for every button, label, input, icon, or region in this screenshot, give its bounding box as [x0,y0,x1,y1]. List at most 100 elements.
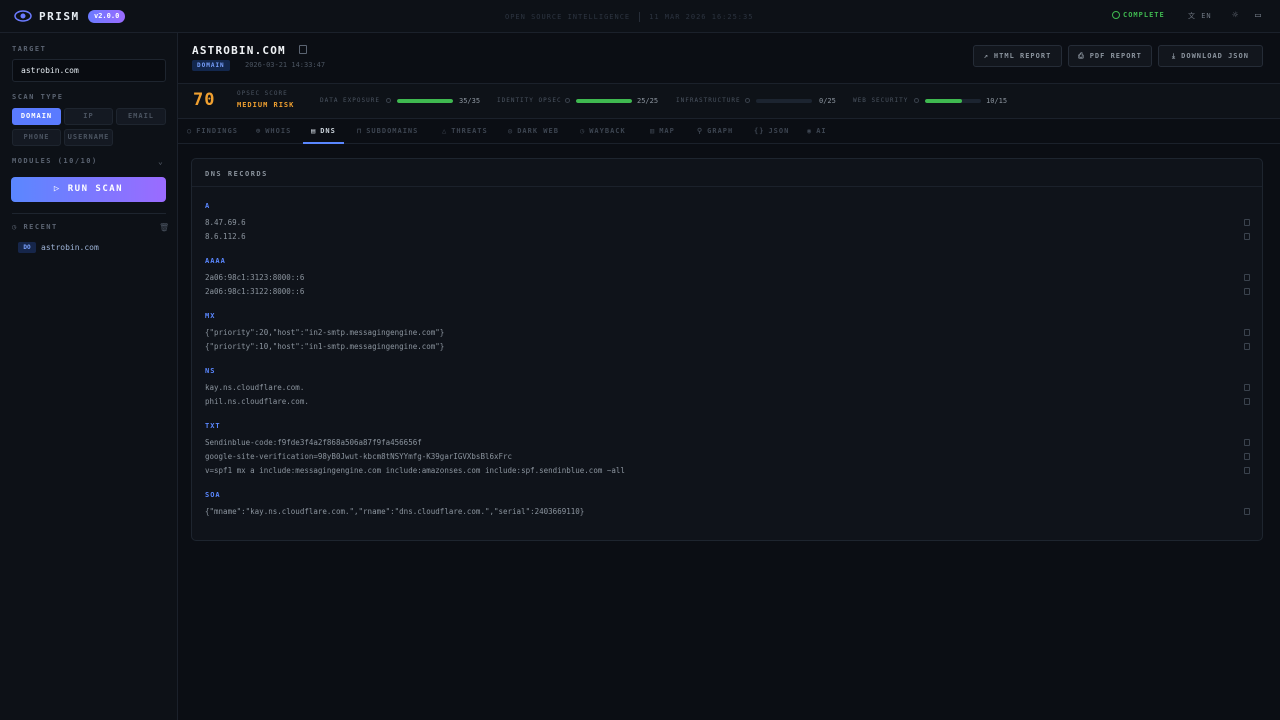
record-value: kay.ns.cloudflare.com. [205,383,305,392]
eye-icon: ◎ [508,127,514,135]
record-value: {"priority":20,"host":"in2-smtp.messagin… [205,328,445,337]
recent-label-text: RECENT [23,223,58,231]
copy-icon[interactable] [1244,288,1250,295]
copy-icon[interactable] [1244,329,1250,336]
scan-timestamp: 2026-03-21 14:33:47 [245,61,326,69]
app-name: PRISM [39,10,80,23]
server-icon: ▤ [311,127,317,135]
target-type-badge: DOMAIN [192,60,230,71]
tab-label: DARK WEB [517,127,559,135]
scan-type-phone[interactable]: PHONE [12,129,61,146]
status-label: COMPLETE [1123,11,1165,19]
top-center-info: OPEN SOURCE INTELLIGENCE 11 MAR 2026 16:2… [505,12,753,22]
record-type-aaaa: AAAA [205,257,226,265]
record-type-soa: SOA [205,491,221,499]
tab-label: THREATS [451,127,488,135]
target-input[interactable] [12,59,166,82]
tab-bar: ○ FINDINGS ⊕ WHOIS ▤ DNS ⊓ SUBDOMAINS △ THREA… [178,120,1280,144]
record-value: Sendinblue-code:f9fde3f4a2f868a506a87f9f… [205,438,422,447]
sidebar: TARGET SCAN TYPE DOMAIN IP EMAIL PHONE U… [0,33,178,720]
tab-label: JSON [768,127,790,135]
tab-subdomains[interactable]: ⊓ SUBDOMAINS [357,120,418,144]
download-json-button[interactable]: ⤓ DOWNLOAD JSON [1158,45,1263,67]
tab-dns[interactable]: ▤ DNS [303,120,344,144]
metric-bar [397,99,453,103]
copy-icon[interactable] [1244,439,1250,446]
tab-findings[interactable]: ○ FINDINGS [187,120,238,144]
panel-title: DNS RECORDS [205,170,268,178]
chevron-down-icon[interactable]: ⌄ [158,157,163,166]
copy-icon[interactable] [1244,384,1250,391]
record-value: 8.6.112.6 [205,232,246,241]
scan-type-domain[interactable]: DOMAIN [12,108,61,125]
target-label: TARGET [12,45,47,53]
copy-icon[interactable] [1244,508,1250,515]
circle-icon: ○ [187,127,193,135]
main-content: ASTROBIN.COM DOMAIN 2026-03-21 14:33:47 … [178,33,1280,720]
metric-value: 0/25 [819,97,836,105]
html-report-label: HTML REPORT [993,52,1052,60]
metric-label: WEB SECURITY [853,97,909,104]
tab-whois[interactable]: ⊕ WHOIS [256,120,291,144]
record-type-ns: NS [205,367,216,375]
recent-item[interactable]: DO astrobin.com [18,242,168,254]
copy-icon[interactable] [1244,467,1250,474]
run-scan-button[interactable]: ▷ RUN SCAN [11,177,166,202]
warning-icon: △ [442,127,448,135]
info-icon [565,98,570,103]
info-icon [914,98,919,103]
tab-json[interactable]: {} JSON [754,120,789,144]
metric-bar [925,99,981,103]
pdf-report-button[interactable]: ⎙ PDF REPORT [1068,45,1152,67]
record-type-txt: TXT [205,422,221,430]
trash-icon[interactable]: 🗑 [159,223,169,232]
html-report-button[interactable]: ↗ HTML REPORT [973,45,1062,67]
copy-icon[interactable] [1244,219,1250,226]
scan-type-ip[interactable]: IP [64,108,113,125]
scan-type-username[interactable]: USERNAME [64,129,113,146]
metric-fill [576,99,632,103]
history-icon: ◷ [580,127,586,135]
code-icon: {} [754,127,765,135]
theme-sun-icon[interactable]: ☼ [1229,10,1241,22]
pdf-report-label: PDF REPORT [1089,52,1142,60]
scan-type-label: SCAN TYPE [12,93,64,101]
record-value: 2a06:98c1:3122:8000::6 [205,287,305,296]
ai-icon: ◉ [807,127,813,135]
tab-dark-web[interactable]: ◎ DARK WEB [508,120,559,144]
metric-value: 10/15 [986,97,1008,105]
tab-map[interactable]: ▥ MAP [650,120,675,144]
scan-type-email[interactable]: EMAIL [116,108,166,125]
map-icon: ▥ [650,127,656,135]
record-value: 2a06:98c1:3123:8000::6 [205,273,305,282]
globe-icon: ⊕ [256,127,262,135]
modules-toggle[interactable]: MODULES (10/10) [12,157,98,165]
tab-wayback[interactable]: ◷ WAYBACK [580,120,626,144]
lock-icon: ⊓ [357,127,363,135]
monitor-icon[interactable]: ▭ [1252,10,1264,22]
copy-icon[interactable] [299,45,307,54]
printer-icon: ⎙ [1078,52,1085,60]
check-circle-icon [1112,11,1120,19]
metric-fill [925,99,963,103]
metric-fill [397,99,453,103]
copy-icon[interactable] [1244,274,1250,281]
tab-ai[interactable]: ◉ AI [807,120,827,144]
opsec-score-label: OPSEC SCORE [237,90,288,97]
copy-icon[interactable] [1244,398,1250,405]
recent-target-name: astrobin.com [41,243,99,252]
record-type-mx: MX [205,312,216,320]
share-icon: ⚲ [697,127,704,135]
tab-label: AI [816,127,827,135]
metric-label: DATA EXPOSURE [320,97,380,104]
tab-threats[interactable]: △ THREATS [442,120,488,144]
record-value: v=spf1 mx a include:messagingengine.com … [205,466,625,475]
copy-icon[interactable] [1244,343,1250,350]
copy-icon[interactable] [1244,453,1250,460]
language-toggle[interactable]: 文 EN [1188,11,1212,21]
record-value: google-site-verification=98yB0Jwut-kbcm8… [205,452,513,461]
opsec-score-bar: 70 OPSEC SCORE MEDIUM RISK DATA EXPOSURE… [178,83,1280,119]
copy-icon[interactable] [1244,233,1250,240]
tab-graph[interactable]: ⚲ GRAPH [697,120,733,144]
language-label: EN [1201,12,1212,20]
